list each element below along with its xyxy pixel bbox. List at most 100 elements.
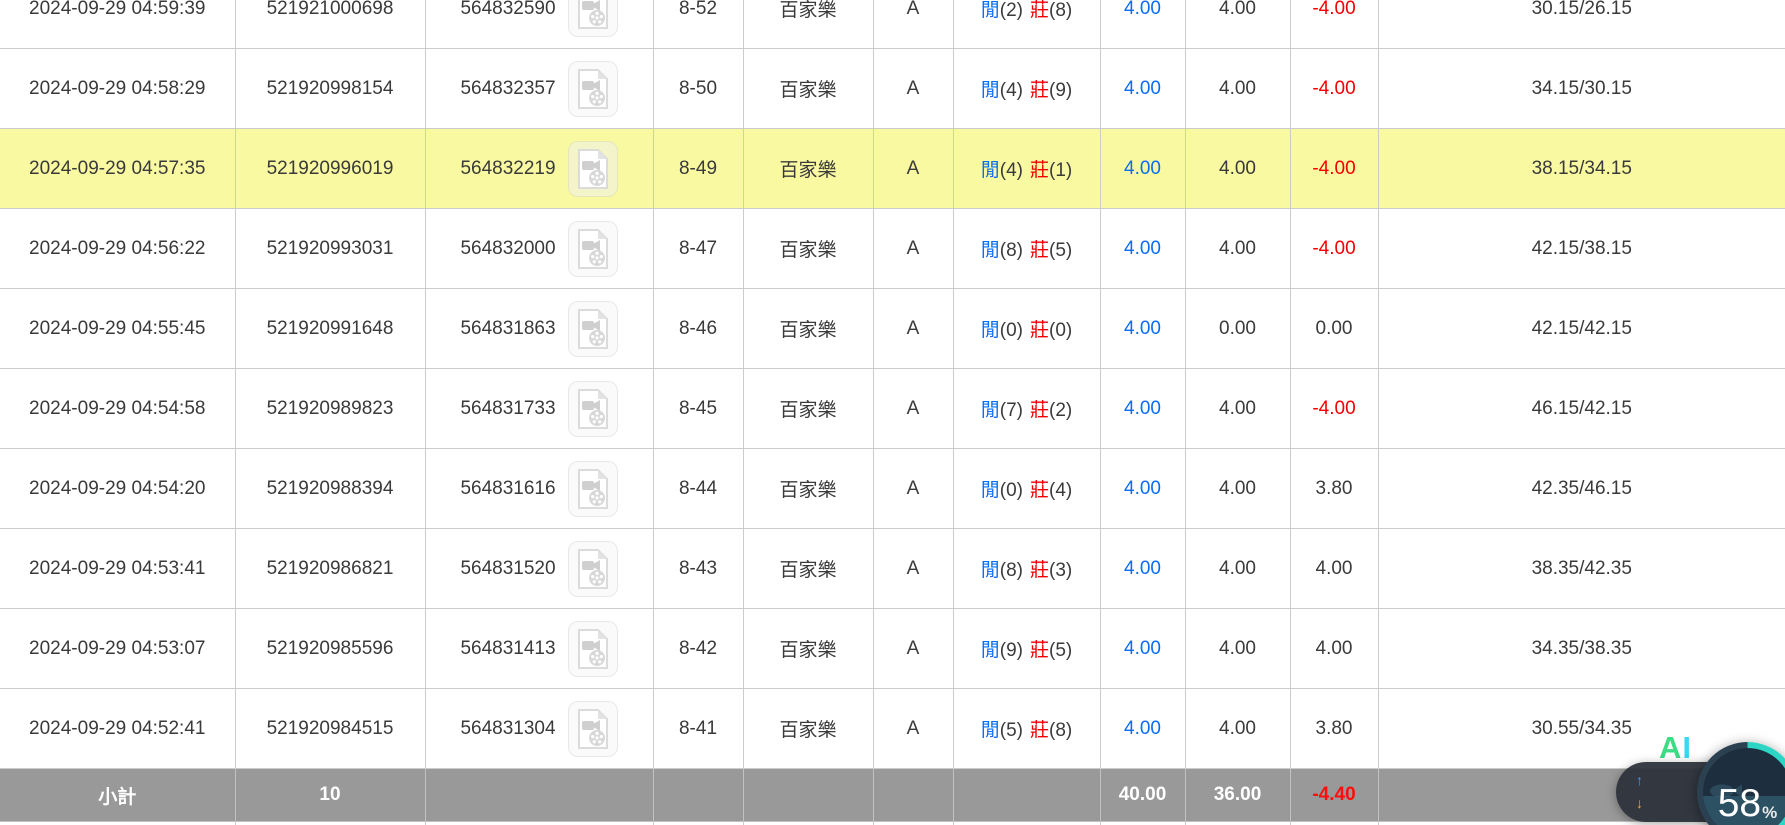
table-row[interactable]: 2024-09-29 04:56:22 521920993031 5648320… <box>0 208 1785 289</box>
video-replay-button[interactable] <box>567 460 618 517</box>
bet-amount: 4.00 <box>1099 208 1186 289</box>
player-result-label: 閒 <box>980 240 1000 261</box>
video-file-icon <box>577 0 608 29</box>
player-result-value: (0) <box>999 320 1023 341</box>
balance-after: 34.15/30.15 <box>1377 48 1785 129</box>
valid-amount: 4.00 <box>1184 128 1291 209</box>
table-row[interactable]: 2024-09-29 04:55:45 521920991648 5648318… <box>0 288 1785 369</box>
valid-amount: 4.00 <box>1184 48 1291 129</box>
game-type: 百家樂 <box>742 48 874 129</box>
player-result-value: (5) <box>999 720 1023 741</box>
round-number: 8-49 <box>652 128 744 209</box>
player-result-label: 閒 <box>980 320 1000 341</box>
video-replay-button[interactable] <box>567 540 618 597</box>
next-row-clipped <box>0 821 1785 825</box>
game-id: 564832000 <box>460 237 556 259</box>
game-id-cell: 564831520 <box>424 528 654 609</box>
table-code: A <box>872 448 954 529</box>
banker-result-label: 莊 <box>1030 480 1050 501</box>
bet-time: 2024-09-29 04:53:07 <box>0 608 236 689</box>
banker-result-label: 莊 <box>1030 240 1050 261</box>
player-result-value: (7) <box>999 400 1023 421</box>
bet-time: 2024-09-29 04:58:29 <box>0 48 236 129</box>
video-replay-button[interactable] <box>567 0 618 37</box>
subtotal-row: 小計 10 40.00 36.00 -4.40 <box>0 768 1785 822</box>
valid-amount: 4.00 <box>1184 608 1291 689</box>
table-row[interactable]: 2024-09-29 04:54:20 521920988394 5648316… <box>0 448 1785 529</box>
game-id-cell: 564831733 <box>424 368 654 449</box>
valid-amount: 0.00 <box>1184 288 1291 369</box>
balance-after: 42.15/42.15 <box>1377 288 1785 369</box>
bet-id: 521921000698 <box>234 0 426 49</box>
round-number: 8-46 <box>652 288 744 369</box>
bet-amount: 4.00 <box>1099 688 1186 769</box>
table-row[interactable]: 2024-09-29 04:53:41 521920986821 5648315… <box>0 528 1785 609</box>
banker-result-value: (0) <box>1049 320 1073 341</box>
table-row[interactable]: 2024-09-29 04:52:41 521920984515 5648313… <box>0 688 1785 769</box>
video-replay-button[interactable] <box>567 300 618 357</box>
win-loss-amount: 0.00 <box>1289 288 1379 369</box>
banker-result-label: 莊 <box>1030 720 1050 741</box>
bet-id: 521920993031 <box>234 208 426 289</box>
subtotal-winloss: -4.40 <box>1289 768 1379 822</box>
table-row[interactable]: 2024-09-29 04:54:58 521920989823 5648317… <box>0 368 1785 449</box>
bet-id: 521920986821 <box>234 528 426 609</box>
table-row[interactable]: 2024-09-29 04:53:07 521920985596 5648314… <box>0 608 1785 689</box>
video-replay-button[interactable] <box>567 140 618 197</box>
win-loss-amount: -4.00 <box>1289 128 1379 209</box>
progress-percent-value: 58 <box>1717 782 1762 825</box>
bet-amount: 4.00 <box>1099 608 1186 689</box>
bet-history-table: 2024-09-29 04:59:39 521921000698 5648325… <box>0 0 1785 825</box>
bet-amount: 4.00 <box>1099 128 1186 209</box>
game-id: 564832219 <box>460 157 556 179</box>
game-type: 百家樂 <box>742 128 874 209</box>
game-id: 564831733 <box>460 397 556 419</box>
balance-after: 38.35/42.35 <box>1377 528 1785 609</box>
ai-letter-a: A <box>1659 730 1683 765</box>
player-result-value: (8) <box>999 240 1023 261</box>
game-id-cell: 564831863 <box>424 288 654 369</box>
win-loss-amount: -4.00 <box>1289 208 1379 289</box>
game-type: 百家樂 <box>742 608 874 689</box>
video-replay-button[interactable] <box>567 700 618 757</box>
table-code: A <box>872 288 954 369</box>
video-replay-button[interactable] <box>567 380 618 437</box>
banker-result-value: (2) <box>1049 400 1073 421</box>
video-file-icon <box>577 708 608 749</box>
ai-overlay-label[interactable]: AI <box>1659 732 1692 763</box>
bet-time: 2024-09-29 04:54:20 <box>0 448 236 529</box>
bet-amount: 4.00 <box>1099 528 1186 609</box>
player-result-label: 閒 <box>980 480 1000 501</box>
up-arrow-icon: ↑ <box>1636 772 1643 789</box>
video-replay-button[interactable] <box>567 60 618 117</box>
result-cell: 閒(9) 莊(5) <box>952 608 1101 689</box>
table-row[interactable]: 2024-09-29 04:58:29 521920998154 5648323… <box>0 48 1785 129</box>
table-row[interactable]: 2024-09-29 04:57:35 521920996019 5648322… <box>0 128 1785 209</box>
bet-time: 2024-09-29 04:56:22 <box>0 208 236 289</box>
valid-amount: 4.00 <box>1184 528 1291 609</box>
game-id-cell: 564832000 <box>424 208 654 289</box>
banker-result-value: (9) <box>1049 80 1073 101</box>
player-result-value: (2) <box>999 0 1023 21</box>
video-replay-button[interactable] <box>567 220 618 277</box>
bet-id: 521920989823 <box>234 368 426 449</box>
bet-id: 521920988394 <box>234 448 426 529</box>
round-number: 8-47 <box>652 208 744 289</box>
banker-result-label: 莊 <box>1030 640 1050 661</box>
video-replay-button[interactable] <box>567 620 618 677</box>
table-row[interactable]: 2024-09-29 04:59:39 521921000698 5648325… <box>0 0 1785 49</box>
player-result-value: (4) <box>999 160 1023 181</box>
banker-result-label: 莊 <box>1030 0 1050 21</box>
game-type: 百家樂 <box>742 448 874 529</box>
round-number: 8-45 <box>652 368 744 449</box>
banker-result-label: 莊 <box>1030 400 1050 421</box>
bet-time: 2024-09-29 04:57:35 <box>0 128 236 209</box>
game-id: 564832357 <box>460 77 556 99</box>
table-code: A <box>872 128 954 209</box>
game-id-cell: 564832590 <box>424 0 654 49</box>
video-file-icon <box>577 628 608 669</box>
player-result-label: 閒 <box>980 640 1000 661</box>
table-code: A <box>872 608 954 689</box>
balance-after: 42.35/46.15 <box>1377 448 1785 529</box>
game-id-cell: 564831413 <box>424 608 654 689</box>
